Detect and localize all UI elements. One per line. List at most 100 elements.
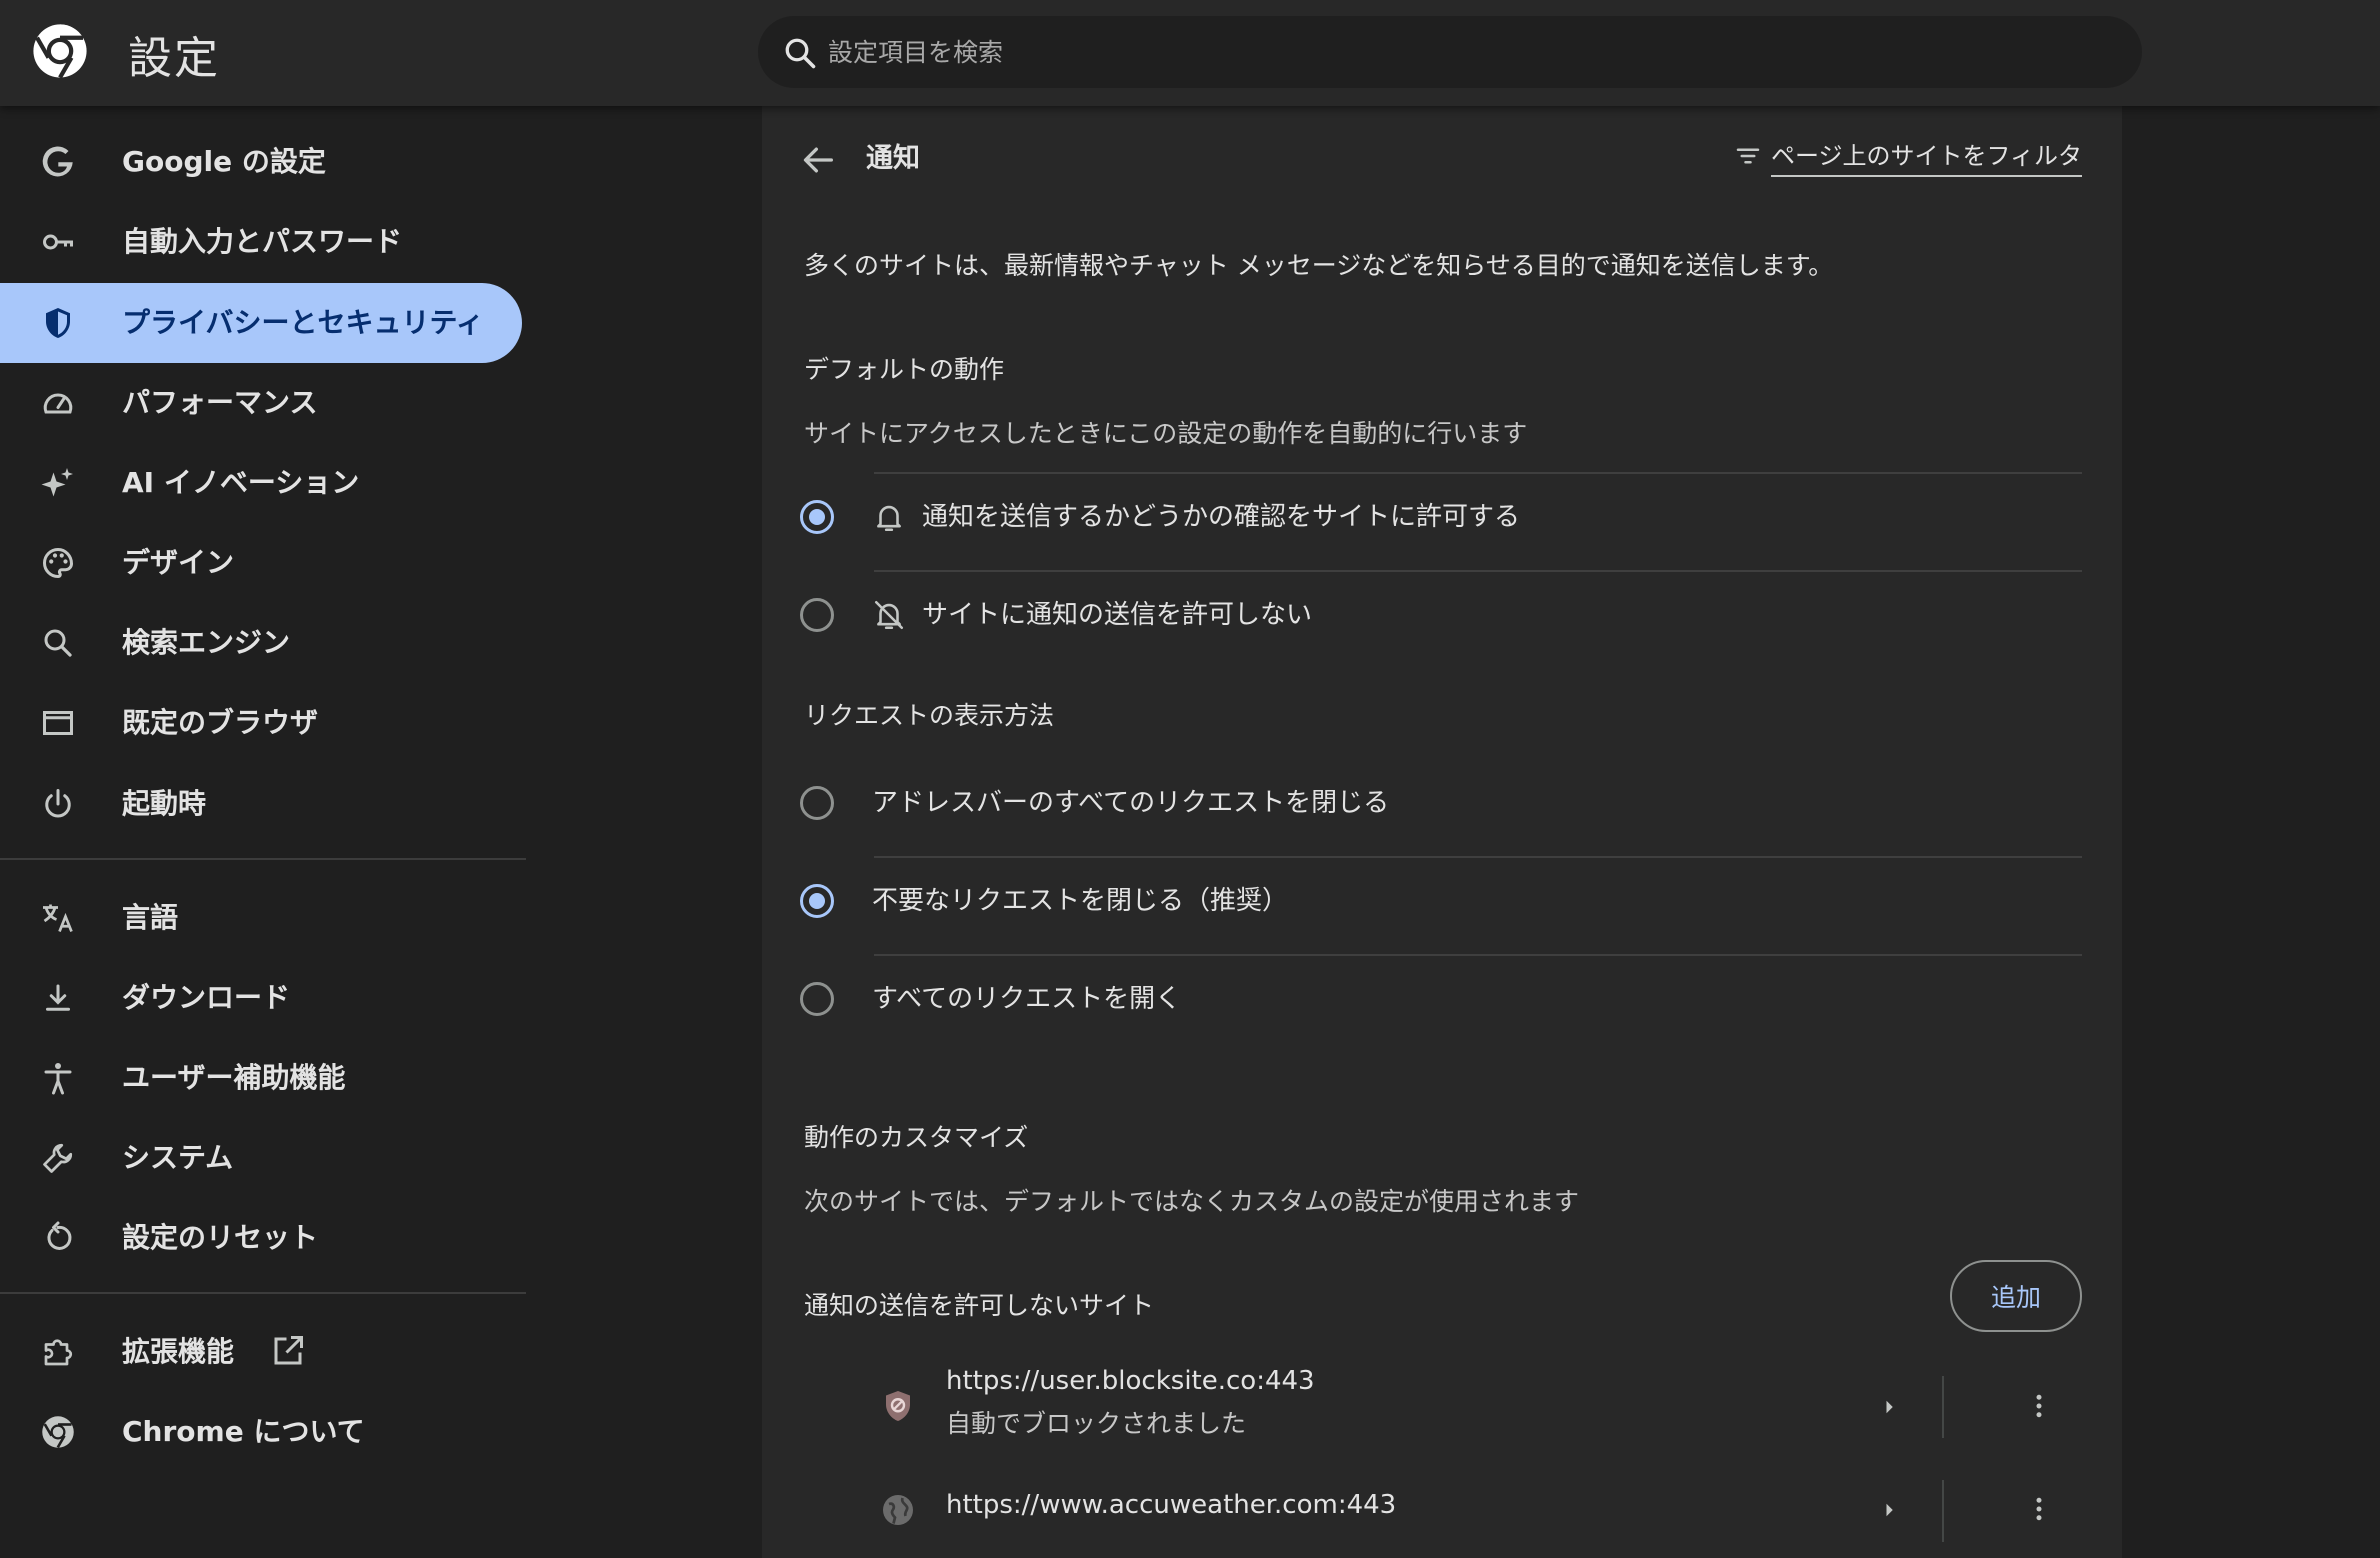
translate-icon bbox=[43, 904, 73, 933]
wrench-icon bbox=[43, 1143, 73, 1173]
sidebar-item-label: Chrome について bbox=[122, 1415, 365, 1448]
browser-window-icon bbox=[43, 711, 73, 735]
radio-button[interactable] bbox=[800, 982, 834, 1016]
radio-label: 不要なリクエストを閉じる（推奨） bbox=[872, 886, 1289, 916]
sidebar-item-autofill[interactable]: 自動入力とパスワード bbox=[0, 202, 522, 282]
chrome-icon bbox=[42, 1416, 74, 1449]
site-url: https://user.blocksite.co:443 bbox=[946, 1366, 1315, 1396]
request-method-heading: リクエストの表示方法 bbox=[804, 701, 1055, 730]
globe-icon bbox=[883, 1495, 913, 1525]
radio-quiet-all[interactable]: アドレスバーのすべてのリクエストを閉じる bbox=[800, 772, 2090, 832]
expand-arrow-icon[interactable] bbox=[1874, 1495, 1904, 1525]
radio-show-all[interactable]: すべてのリクエストを開く bbox=[800, 968, 2090, 1028]
site-row[interactable]: https://www.accuweather.com:443 bbox=[762, 1460, 2122, 1558]
site-status: 自動でブロックされました bbox=[946, 1409, 1247, 1438]
radio-label: 通知を送信するかどうかの確認をサイトに許可する bbox=[922, 502, 1521, 532]
power-icon bbox=[45, 789, 71, 818]
bell-icon bbox=[877, 505, 901, 532]
sidebar-item-label: 設定のリセット bbox=[122, 1221, 319, 1254]
divider bbox=[874, 954, 2082, 956]
vertical-separator bbox=[1942, 1376, 1944, 1438]
notifications-card: 通知 ページ上のサイトをフィルタ 多くのサイトは、最新情報やチャット メッセージ… bbox=[762, 106, 2122, 1558]
default-behavior-heading: デフォルトの動作 bbox=[804, 355, 1005, 384]
sidebar-item-label: プライバシーとセキュリティ bbox=[122, 306, 484, 339]
sidebar-item-label: 自動入力とパスワード bbox=[122, 225, 403, 258]
custom-behavior-heading: 動作のカスタマイズ bbox=[804, 1123, 1029, 1152]
radio-allow-ask[interactable]: 通知を送信するかどうかの確認をサイトに許可する bbox=[800, 486, 2090, 546]
blocked-sites-heading: 通知の送信を許可しないサイト bbox=[804, 1291, 1155, 1320]
default-behavior-description: サイトにアクセスしたときにこの設定の動作を自動的に行います bbox=[804, 419, 1528, 448]
sidebar-divider bbox=[0, 1292, 526, 1294]
sparkle-icon bbox=[41, 468, 73, 497]
shield-icon bbox=[46, 308, 70, 338]
reset-icon bbox=[47, 1221, 72, 1250]
radio-button-checked[interactable] bbox=[800, 884, 834, 918]
sidebar-item-label: 既定のブラウザ bbox=[122, 706, 319, 739]
divider bbox=[874, 856, 2082, 858]
sidebar-item-startup[interactable]: 起動時 bbox=[0, 764, 522, 844]
back-arrow-icon[interactable] bbox=[798, 140, 838, 180]
sidebar-item-google[interactable]: Google の設定 bbox=[0, 122, 522, 202]
sidebar-item-label: システム bbox=[122, 1141, 234, 1174]
radio-button-checked[interactable] bbox=[800, 500, 834, 534]
sidebar-item-language[interactable]: 言語 bbox=[0, 878, 522, 958]
sidebar-item-label: パフォーマンス bbox=[122, 386, 318, 419]
sidebar-item-performance[interactable]: パフォーマンス bbox=[0, 363, 522, 443]
search-input[interactable] bbox=[828, 16, 2108, 88]
vertical-separator bbox=[1942, 1480, 1944, 1542]
top-bar: 設定 bbox=[0, 0, 2380, 106]
sidebar-item-extensions[interactable]: 拡張機能 bbox=[0, 1312, 522, 1392]
sidebar: Google の設定 自動入力とパスワード プライバシーとセキュリティ パフォー… bbox=[0, 106, 530, 1558]
site-row[interactable]: https://user.blocksite.co:443 自動でブロックされま… bbox=[762, 1356, 2122, 1456]
intro-text: 多くのサイトは、最新情報やチャット メッセージなどを知らせる目的で通知を送信しま… bbox=[804, 251, 1834, 280]
speedometer-icon bbox=[43, 393, 73, 414]
download-icon bbox=[46, 984, 70, 1011]
search-box[interactable] bbox=[758, 16, 2142, 88]
chrome-logo-icon bbox=[33, 24, 87, 79]
sidebar-item-design[interactable]: デザイン bbox=[0, 523, 522, 603]
divider bbox=[874, 570, 2082, 572]
palette-icon bbox=[43, 547, 74, 579]
google-g-icon bbox=[42, 146, 73, 177]
sidebar-item-label: 言語 bbox=[122, 901, 179, 934]
search-icon bbox=[44, 629, 72, 657]
custom-behavior-description: 次のサイトでは、デフォルトではなくカスタムの設定が使用されます bbox=[804, 1187, 1580, 1216]
radio-button[interactable] bbox=[800, 786, 834, 820]
radio-button[interactable] bbox=[800, 598, 834, 632]
sidebar-item-label: ユーザー補助機能 bbox=[122, 1061, 346, 1094]
radio-label: すべてのリクエストを開く bbox=[872, 984, 1182, 1014]
sidebar-item-about[interactable]: Chrome について bbox=[0, 1392, 522, 1472]
sidebar-item-label: Google の設定 bbox=[122, 145, 326, 178]
sidebar-item-label: 起動時 bbox=[122, 787, 207, 820]
more-vert-icon[interactable] bbox=[2024, 1491, 2054, 1527]
sidebar-item-privacy[interactable]: プライバシーとセキュリティ bbox=[0, 283, 522, 363]
more-vert-icon[interactable] bbox=[2024, 1388, 2054, 1424]
site-url: https://www.accuweather.com:443 bbox=[946, 1490, 1397, 1520]
sidebar-item-default-browser[interactable]: 既定のブラウザ bbox=[0, 683, 522, 763]
radio-quiet-unwanted[interactable]: 不要なリクエストを閉じる（推奨） bbox=[800, 870, 2090, 930]
sidebar-item-accessibility[interactable]: ユーザー補助機能 bbox=[0, 1038, 522, 1118]
sidebar-divider bbox=[0, 858, 526, 860]
sidebar-item-system[interactable]: システム bbox=[0, 1118, 522, 1198]
sidebar-item-ai[interactable]: AI イノベーション bbox=[0, 443, 522, 523]
sidebar-item-label: ダウンロード bbox=[122, 981, 291, 1014]
filter-icon bbox=[1736, 148, 1760, 164]
sidebar-item-downloads[interactable]: ダウンロード bbox=[0, 958, 522, 1038]
bell-off-icon bbox=[874, 600, 904, 630]
divider bbox=[874, 472, 2082, 474]
expand-arrow-icon[interactable] bbox=[1874, 1392, 1904, 1422]
sidebar-item-label: 拡張機能 bbox=[122, 1335, 235, 1368]
filter-label: ページ上のサイトをフィルタ bbox=[1770, 136, 2082, 177]
accessibility-icon bbox=[44, 1063, 72, 1095]
sidebar-item-reset[interactable]: 設定のリセット bbox=[0, 1198, 522, 1278]
search-icon bbox=[785, 38, 816, 69]
section-title: 通知 bbox=[866, 143, 920, 174]
key-icon bbox=[43, 234, 73, 250]
add-site-button[interactable]: 追加 bbox=[1950, 1260, 2082, 1332]
radio-block-all[interactable]: サイトに通知の送信を許可しない bbox=[800, 584, 2090, 644]
sidebar-item-search-engine[interactable]: 検索エンジン bbox=[0, 603, 522, 683]
radio-label: サイトに通知の送信を許可しない bbox=[922, 600, 1313, 630]
radio-label: アドレスバーのすべてのリクエストを閉じる bbox=[872, 788, 1390, 818]
filter-sites-button[interactable]: ページ上のサイトをフィルタ bbox=[1733, 134, 2082, 178]
shield-site-icon bbox=[886, 1391, 910, 1421]
